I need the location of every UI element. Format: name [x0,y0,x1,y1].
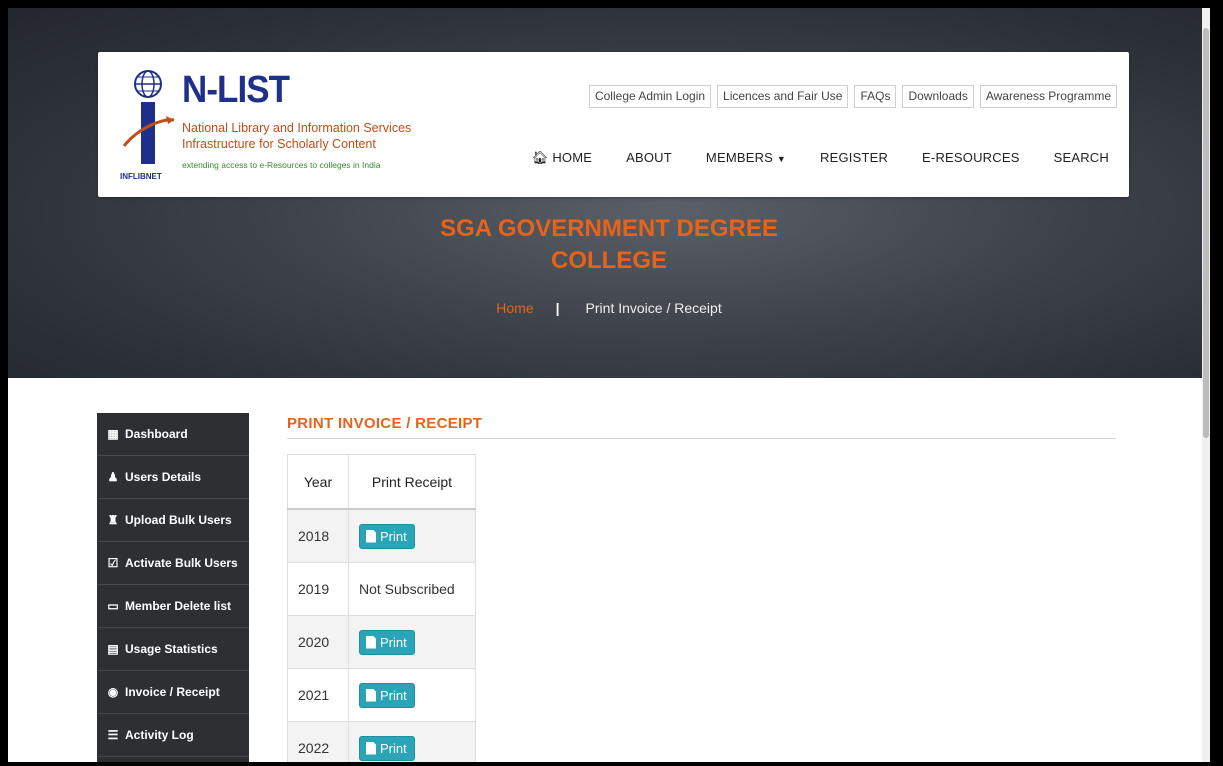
breadcrumb-current: Print Invoice / Receipt [585,300,722,316]
sidebar-item-label: Invoice / Receipt [125,685,220,699]
nav-register[interactable]: REGISTER [820,150,888,166]
action-cell: Print [348,721,476,762]
table-row: 2021 Print [287,668,476,722]
print-button[interactable]: Print [359,629,415,655]
faqs-link[interactable]: FAQs [854,85,897,108]
sidebar-item-label: Activate Bulk Users [125,556,238,570]
sidebar-item-activate-bulk-users[interactable]: ☑ Activate Bulk Users [97,542,249,585]
action-cell: Print [348,508,476,563]
document-icon [366,635,376,649]
table-header-row: Year Print Receipt [287,454,476,510]
bar-chart-icon: ▤ [107,642,119,656]
print-button-label: Print [380,634,407,650]
caret-down-icon: ▼ [776,154,786,164]
list-icon: ☰ [107,728,119,742]
college-name-line1: SGA GOVERNMENT DEGREE [440,215,778,242]
print-button-label: Print [380,687,407,703]
sidebar-item-label: Usage Statistics [125,642,218,656]
trash-icon: ▭ [107,599,119,613]
sidebar-item-upload-bulk-users[interactable]: ♜ Upload Bulk Users [97,499,249,542]
nav-home[interactable]: 🏠︎ HOME [532,150,592,166]
document-icon [366,529,376,543]
brand-subtitle-line2: Infrastructure for Scholarly Content [182,137,376,151]
print-button-label: Print [380,528,407,544]
college-name: SGA GOVERNMENT DEGREE COLLEGE [8,213,1210,277]
breadcrumb: Home | Print Invoice / Receipt [8,300,1210,316]
receipts-table: Year Print Receipt 2018 Print 2019 Not S… [287,454,476,762]
sidebar-item-activity-log[interactable]: ☰ Activity Log [97,714,249,757]
sidebar-item-label: Dashboard [125,427,188,441]
sidebar-item-invoice-receipt[interactable]: ◉ Invoice / Receipt [97,671,249,714]
emblem-label: INFLIBNET [120,172,162,181]
breadcrumb-separator: | [555,300,560,316]
nav-eresources[interactable]: E-RESOURCES [922,150,1020,166]
brand-subtitle-line1: National Library and Information Service… [182,121,412,135]
site-header: INFLIBNET N-LIST National Library and In… [98,52,1129,197]
year-cell: 2021 [287,668,349,722]
sidebar-item-label: Activity Log [125,728,194,742]
breadcrumb-home-link[interactable]: Home [496,300,533,316]
users-icon: ♟ [107,470,119,484]
home-icon: 🏠︎ [531,150,549,165]
hero-banner: INFLIBNET N-LIST National Library and In… [8,8,1210,378]
licences-link[interactable]: Licences and Fair Use [717,85,849,108]
title-divider [287,438,1116,439]
inflibnet-emblem-icon [122,70,175,164]
sidebar-item-label: Upload Bulk Users [125,513,232,527]
awareness-programme-link[interactable]: Awareness Programme [979,85,1117,108]
print-button-label: Print [380,740,407,756]
column-header-print-receipt: Print Receipt [348,454,476,510]
action-cell: Print [348,615,476,669]
year-cell: 2018 [287,508,349,563]
nav-about[interactable]: ABOUT [626,150,672,166]
brand-title: N-LIST [182,69,290,111]
college-admin-login-link[interactable]: College Admin Login [588,85,712,108]
sidebar-item-usage-statistics[interactable]: ▤ Usage Statistics [97,628,249,671]
scrollbar-thumb[interactable] [1203,28,1209,438]
downloads-link[interactable]: Downloads [902,85,974,108]
year-cell: 2020 [287,615,349,669]
sidebar-item-label: Member Delete list [125,599,232,613]
top-links: College Admin Login Licences and Fair Us… [588,85,1117,108]
admin-sidebar: ▦ Dashboard ♟ Users Details ♜ Upload Bulk U… [97,413,249,762]
table-row: 2022 Print [287,721,476,762]
table-row: 2019 Not Subscribed [287,562,476,616]
nav-home-label: HOME [552,150,593,165]
college-name-line2: COLLEGE [550,247,667,274]
print-button[interactable]: Print [359,682,415,708]
print-button[interactable]: Print [359,523,415,549]
year-cell: 2022 [287,721,349,762]
browser-frame: INFLIBNET N-LIST National Library and In… [8,8,1210,762]
lock-icon: ◉ [107,685,119,699]
sidebar-item-label: Users Details [125,470,202,484]
page-scrollbar[interactable] [1202,8,1210,762]
page-title: PRINT INVOICE / RECEIPT [287,415,483,432]
sidebar-item-users-details[interactable]: ♟ Users Details [97,456,249,499]
nav-members-label: MEMBERS [705,150,774,165]
nav-search[interactable]: SEARCH [1054,150,1109,166]
status-cell: Not Subscribed [348,562,476,616]
document-icon [366,741,376,755]
sidebar-item-member-delete-list[interactable]: ▭ Member Delete list [97,585,249,628]
users-group-icon: ♜ [107,513,119,527]
brand-tagline: extending access to e-Resources to colle… [182,160,381,170]
dashboard-icon: ▦ [107,427,119,441]
checkbox-icon: ☑ [107,556,119,570]
print-button[interactable]: Print [359,735,415,761]
action-cell: Print [348,668,476,722]
nav-members[interactable]: MEMBERS ▼ [706,150,786,166]
table-row: 2018 Print [287,508,476,563]
sidebar-item-dashboard[interactable]: ▦ Dashboard [97,413,249,456]
document-icon [366,688,376,702]
nlist-logo[interactable]: INFLIBNET N-LIST National Library and In… [118,68,438,188]
column-header-year: Year [287,454,349,510]
main-nav: 🏠︎ HOME ABOUT MEMBERS ▼ REGISTER E-RESOU… [532,150,1109,166]
table-row: 2020 Print [287,615,476,669]
year-cell: 2019 [287,562,349,616]
